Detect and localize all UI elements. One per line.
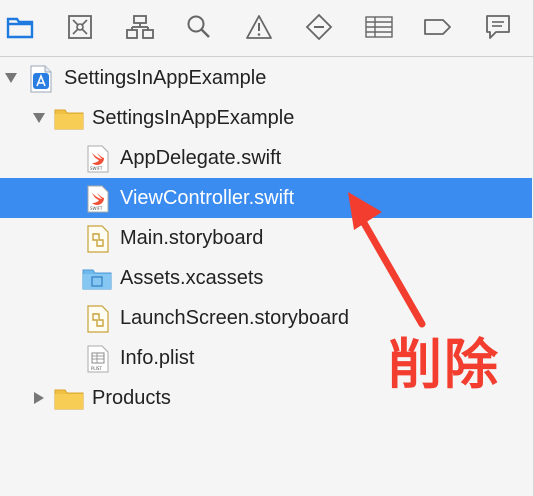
annotation-arrow [348, 192, 426, 328]
breakpoint-navigator-icon[interactable] [422, 11, 454, 43]
tree-row-group[interactable]: SettingsInAppExample [0, 98, 532, 138]
tree-row-file[interactable]: SWIFT AppDelegate.swift [0, 138, 532, 178]
file-label: Info.plist [120, 347, 195, 369]
debug-navigator-icon[interactable] [363, 11, 395, 43]
svg-text:PLIST: PLIST [91, 366, 102, 371]
tree-row-file[interactable]: Assets.xcassets [0, 258, 532, 298]
group-label: SettingsInAppExample [92, 107, 295, 129]
svg-text:SWIFT: SWIFT [90, 166, 103, 171]
products-label: Products [92, 387, 171, 409]
assets-folder-icon [82, 266, 112, 292]
source-control-navigator-icon[interactable] [64, 11, 96, 43]
storyboard-file-icon [86, 225, 112, 253]
project-label: SettingsInAppExample [64, 67, 267, 89]
file-label: ViewController.swift [120, 187, 295, 209]
tree-row-project[interactable]: SettingsInAppExample [0, 58, 532, 98]
file-label: LaunchScreen.storyboard [120, 307, 350, 329]
folder-icon [54, 106, 84, 132]
folder-icon [54, 386, 84, 412]
find-navigator-icon[interactable] [183, 11, 215, 43]
xcode-project-icon [28, 65, 54, 93]
disclosure-closed-icon[interactable] [32, 391, 46, 405]
tree-row-file-selected[interactable]: SWIFT ViewController.swift [0, 178, 532, 218]
tree-row-file[interactable]: Main.storyboard [0, 218, 532, 258]
swift-file-icon: SWIFT [86, 185, 112, 213]
test-navigator-icon[interactable] [303, 11, 335, 43]
svg-text:SWIFT: SWIFT [90, 206, 103, 211]
file-label: Main.storyboard [120, 227, 264, 249]
annotation-text: 削除 [388, 333, 500, 396]
issue-navigator-icon[interactable] [243, 11, 275, 43]
swift-file-icon: SWIFT [86, 145, 112, 173]
report-navigator-icon[interactable] [482, 11, 514, 43]
plist-file-icon: PLIST [86, 345, 112, 373]
storyboard-file-icon [86, 305, 112, 333]
file-label: AppDelegate.swift [120, 147, 282, 169]
disclosure-open-icon[interactable] [32, 111, 46, 125]
disclosure-open-icon[interactable] [4, 71, 18, 85]
project-navigator-icon[interactable] [4, 11, 36, 43]
symbol-navigator-icon[interactable] [124, 11, 156, 43]
file-label: Assets.xcassets [120, 267, 264, 289]
navigator-toolbar [0, 0, 534, 57]
